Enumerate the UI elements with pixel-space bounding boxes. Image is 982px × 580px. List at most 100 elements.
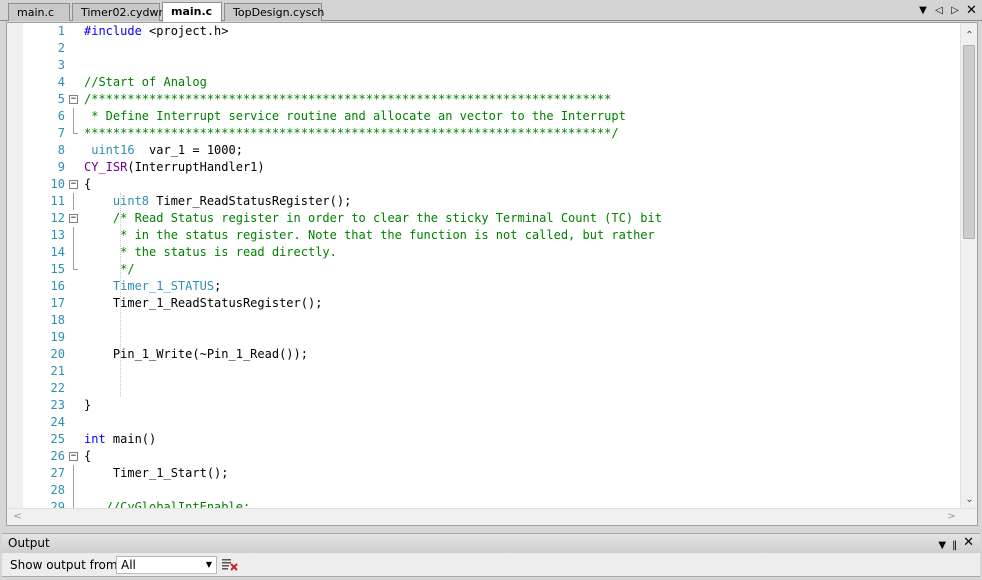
code-line[interactable]: 28 bbox=[7, 482, 961, 499]
close-icon[interactable]: ✕ bbox=[966, 4, 977, 18]
line-number: 11 bbox=[50, 194, 65, 208]
code-line[interactable]: 4 //Start of Analog bbox=[7, 74, 961, 91]
scroll-up-icon[interactable]: ⌃ bbox=[961, 27, 977, 44]
tab-main-c-1[interactable]: main.c bbox=[8, 3, 70, 21]
line-number: 8 bbox=[57, 143, 65, 157]
triangle-left-icon[interactable]: ◁ bbox=[934, 4, 944, 18]
code-line[interactable]: 2 bbox=[7, 40, 961, 57]
collapse-icon[interactable]: − bbox=[69, 452, 78, 461]
line-number: 9 bbox=[57, 160, 65, 174]
code-line[interactable]: 16 Timer_1_STATUS; bbox=[7, 278, 961, 295]
code-token: Timer_ReadStatusRegister(); bbox=[149, 194, 352, 208]
code-line[interactable]: 20 Pin_1_Write(~Pin_1_Read()); bbox=[7, 346, 961, 363]
line-number: 14 bbox=[50, 245, 65, 259]
code-line[interactable]: 3 bbox=[7, 57, 961, 74]
code-line[interactable]: 1 #include <project.h> bbox=[7, 23, 961, 40]
code-token: (InterruptHandler1) bbox=[127, 160, 265, 174]
tab-label: TopDesign.cysch bbox=[233, 6, 325, 19]
code-line[interactable]: 6 * Define Interrupt service routine and… bbox=[7, 108, 961, 125]
code-line[interactable]: 14 * the status is read directly. bbox=[7, 244, 961, 261]
code-token: Timer_1_STATUS bbox=[112, 279, 215, 293]
code-token: uint16 bbox=[84, 143, 135, 157]
fold-line bbox=[73, 244, 74, 261]
code-line[interactable]: 25 int main() bbox=[7, 431, 961, 448]
code-token: * Define Interrupt service routine and a… bbox=[84, 109, 626, 123]
code-editor[interactable]: 1 #include <project.h> 2 3 4 //Start of Analo… bbox=[6, 22, 978, 526]
line-text: /* Read Status register in order to clea… bbox=[84, 210, 662, 227]
vertical-scrollbar[interactable]: ⌃ ⌄ bbox=[960, 23, 977, 509]
line-number: 25 bbox=[50, 432, 65, 446]
code-line[interactable]: 23} bbox=[7, 397, 961, 414]
line-text: { bbox=[84, 448, 91, 465]
line-number: 22 bbox=[50, 381, 65, 395]
triangle-right-icon[interactable]: ▷ bbox=[950, 4, 960, 18]
ide-window: main.c Timer02.cydwr main.c TopDesign.cy… bbox=[0, 0, 982, 580]
line-number: 21 bbox=[50, 364, 65, 378]
code-token: int bbox=[84, 432, 106, 446]
collapse-icon[interactable]: − bbox=[69, 180, 78, 189]
line-text: * in the status register. Note that the … bbox=[84, 227, 655, 244]
tab-topdesign-cysch[interactable]: TopDesign.cysch bbox=[224, 3, 325, 21]
code-line[interactable]: 24 bbox=[7, 414, 961, 431]
clear-all-icon[interactable] bbox=[221, 557, 239, 573]
line-text: CY_ISR(InterruptHandler1) bbox=[84, 159, 265, 176]
code-line[interactable]: 21 bbox=[7, 363, 961, 380]
line-number: 28 bbox=[50, 483, 65, 497]
code-line[interactable]: 15 */ bbox=[7, 261, 961, 278]
scroll-left-icon[interactable]: < bbox=[9, 509, 26, 525]
code-line[interactable]: 13 * in the status register. Note that t… bbox=[7, 227, 961, 244]
code-line[interactable]: 22 bbox=[7, 380, 961, 397]
line-number: 13 bbox=[50, 228, 65, 242]
scroll-right-icon[interactable]: > bbox=[943, 509, 960, 525]
code-line[interactable]: 8 uint16 var_1 = 1000; bbox=[7, 142, 961, 159]
fold-line bbox=[73, 193, 74, 210]
line-text: //Start of Analog bbox=[84, 74, 207, 91]
code-line[interactable]: 7 ***************************************… bbox=[7, 125, 961, 142]
collapse-icon[interactable]: − bbox=[69, 214, 78, 223]
scroll-down-icon[interactable]: ⌄ bbox=[961, 491, 977, 508]
line-text: } bbox=[84, 397, 91, 414]
tab-timer02-cydwr[interactable]: Timer02.cydwr bbox=[72, 3, 163, 21]
code-line[interactable]: 12− /* Read Status register in order to … bbox=[7, 210, 961, 227]
chevron-down-icon[interactable]: ▼ bbox=[918, 4, 928, 18]
output-source-select[interactable]: All ▼ bbox=[116, 556, 217, 574]
line-text: Pin_1_Write(~Pin_1_Read()); bbox=[84, 346, 308, 363]
code-token: { bbox=[84, 177, 92, 191]
code-line[interactable]: 18 bbox=[7, 312, 961, 329]
code-line[interactable]: 10−{ bbox=[7, 176, 961, 193]
output-source-value: All bbox=[121, 558, 136, 572]
line-number: 6 bbox=[57, 109, 65, 123]
code-token: #include bbox=[84, 24, 142, 38]
code-line[interactable]: 17 Timer_1_ReadStatusRegister(); bbox=[7, 295, 961, 312]
tab-main-c-active[interactable]: main.c bbox=[162, 2, 222, 22]
line-text: Timer_1_Start(); bbox=[84, 465, 229, 482]
document-tab-strip: main.c Timer02.cydwr main.c TopDesign.cy… bbox=[0, 0, 982, 22]
code-line[interactable]: 26−{ bbox=[7, 448, 961, 465]
line-text: * the status is read directly. bbox=[84, 244, 337, 261]
line-number: 19 bbox=[50, 330, 65, 344]
line-text: uint16 var_1 = 1000; bbox=[84, 142, 243, 159]
code-line[interactable]: 9 CY_ISR(InterruptHandler1) bbox=[7, 159, 961, 176]
code-line[interactable]: 27 Timer_1_Start(); bbox=[7, 465, 961, 482]
tab-label: Timer02.cydwr bbox=[81, 6, 163, 19]
line-number: 4 bbox=[57, 75, 65, 89]
line-number: 2 bbox=[57, 41, 65, 55]
code-line[interactable]: 11 uint8 Timer_ReadStatusRegister(); bbox=[7, 193, 961, 210]
line-number: 5 bbox=[57, 92, 65, 106]
collapse-icon[interactable]: − bbox=[69, 95, 78, 104]
code-token: */ bbox=[84, 262, 135, 276]
code-line[interactable]: 19 bbox=[7, 329, 961, 346]
code-line[interactable]: 5−/*************************************… bbox=[7, 91, 961, 108]
fold-line bbox=[73, 482, 74, 499]
line-text: #include <project.h> bbox=[84, 23, 229, 40]
code-token: uint8 bbox=[112, 194, 150, 208]
code-area[interactable]: 1 #include <project.h> 2 3 4 //Start of Analo… bbox=[7, 23, 961, 509]
output-panel-header: Output ▼ ‖ ✕ bbox=[2, 533, 980, 553]
scrollbar-thumb[interactable] bbox=[963, 45, 975, 239]
code-token: CY_ISR bbox=[84, 160, 128, 174]
line-number: 16 bbox=[50, 279, 65, 293]
horizontal-scrollbar[interactable]: < > bbox=[7, 508, 977, 525]
fold-end-mark bbox=[73, 133, 78, 134]
code-token: Pin_1_Write(~Pin_1_Read()); bbox=[84, 347, 308, 361]
